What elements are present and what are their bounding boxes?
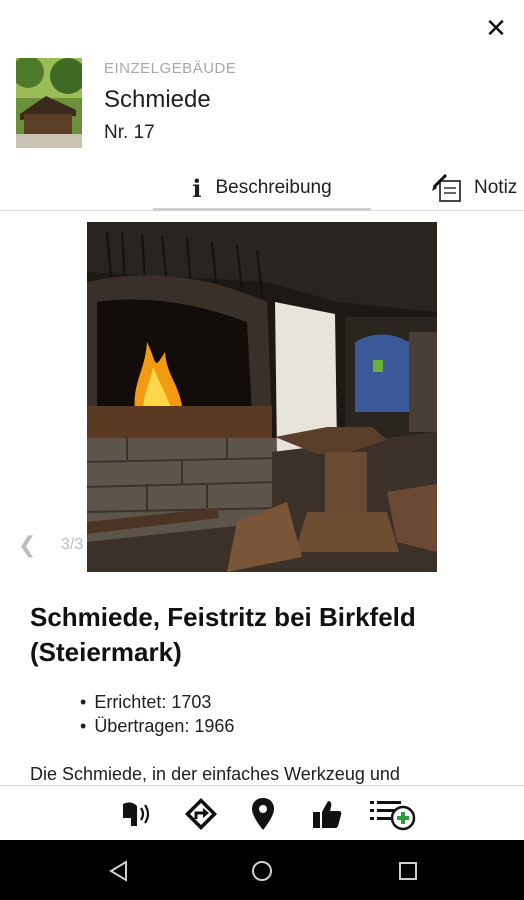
description-text: Die Schmiede, in der einfaches Werkzeug … — [30, 764, 400, 784]
tab-note[interactable]: Notiz — [432, 165, 524, 211]
tab-label: Notiz — [474, 177, 518, 198]
home-icon[interactable] — [249, 858, 275, 884]
image-counter: 3/3 — [61, 536, 84, 553]
category-label: EINZELGEBÄUDE — [104, 60, 237, 77]
close-icon: ✕ — [485, 12, 507, 43]
add-to-list-icon[interactable] — [368, 796, 418, 832]
chevron-left-icon[interactable]: ❮ — [18, 532, 36, 558]
image-gallery[interactable]: ❮ 3/3 — [0, 222, 524, 572]
android-navigation-bar — [0, 840, 524, 900]
close-button[interactable]: ✕ — [480, 12, 512, 44]
building-number: Nr. 17 — [104, 122, 155, 143]
location-pin-icon[interactable] — [245, 796, 281, 832]
building-thumbnail — [16, 58, 82, 148]
tab-label: Beschreibung — [215, 177, 332, 198]
thumbs-up-icon[interactable] — [309, 796, 345, 832]
tab-description[interactable]: i Beschreibung — [153, 165, 371, 211]
description-content: Schmiede, Feistritz bei Birkfeld (Steier… — [30, 600, 500, 738]
active-tab-indicator — [153, 208, 371, 211]
page-title: Schmiede — [104, 86, 211, 113]
tab-bar: i Beschreibung Notiz — [0, 165, 524, 211]
directions-icon[interactable] — [183, 796, 219, 832]
bottom-action-bar — [0, 785, 524, 840]
recents-icon[interactable] — [395, 858, 421, 884]
header: EINZELGEBÄUDE Schmiede Nr. 17 — [0, 0, 524, 160]
back-icon[interactable] — [106, 858, 132, 884]
description-heading: Schmiede, Feistritz bei Birkfeld (Steier… — [30, 602, 416, 667]
facts-list: Errichtet: 1703 Übertragen: 1966 — [80, 690, 500, 738]
audio-guide-icon[interactable] — [118, 796, 154, 832]
note-edit-icon — [432, 173, 464, 203]
fact-built: Errichtet: 1703 — [80, 690, 500, 714]
fact-transferred: Übertragen: 1966 — [80, 714, 500, 738]
gallery-photo[interactable] — [87, 222, 437, 572]
info-icon: i — [192, 173, 202, 203]
